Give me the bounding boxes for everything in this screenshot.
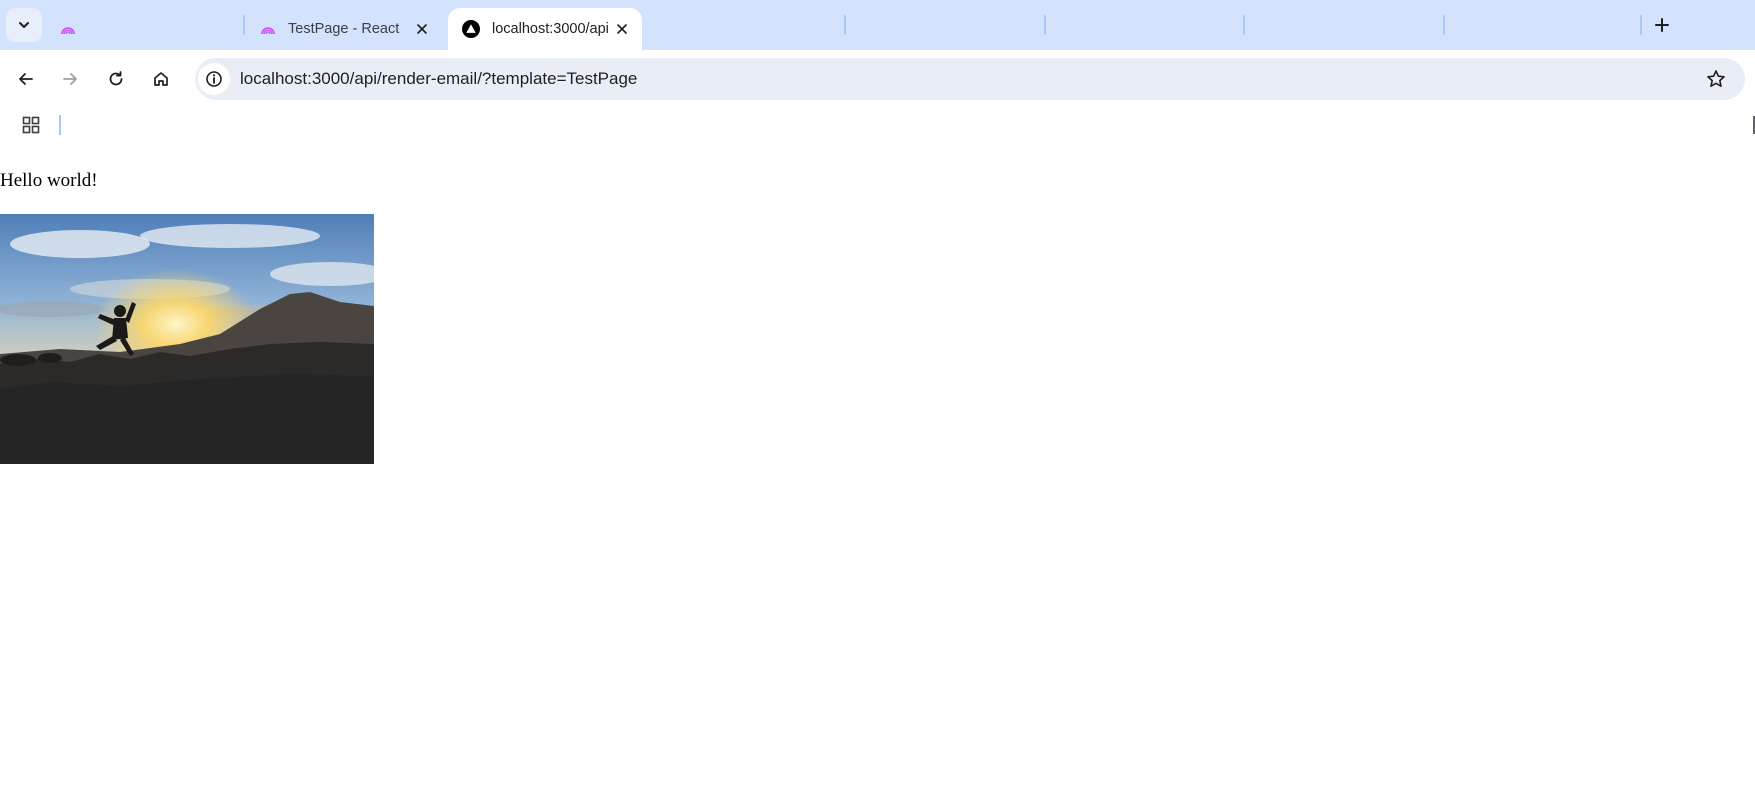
tab-title: TestPage - React: [288, 21, 400, 37]
close-icon: [617, 24, 627, 34]
back-button[interactable]: [9, 62, 43, 96]
tab-1[interactable]: TestPage - React: [246, 8, 442, 50]
address-bar[interactable]: localhost:3000/api/render-email/?templat…: [195, 58, 1745, 100]
home-icon: [154, 72, 168, 86]
plus-icon: [1655, 18, 1669, 32]
tab-close-button[interactable]: [412, 19, 432, 39]
site-info-button[interactable]: [198, 63, 230, 95]
reload-button[interactable]: [99, 62, 133, 96]
vercel-triangle-icon: [462, 20, 480, 38]
forward-button[interactable]: [53, 62, 87, 96]
bookmarks-bar: [0, 108, 1755, 142]
tab-0[interactable]: [46, 8, 242, 50]
arrow-right-icon: [63, 73, 77, 85]
browser-toolbar: localhost:3000/api/render-email/?templat…: [0, 50, 1755, 108]
star-icon: [1707, 70, 1725, 87]
new-tab-button[interactable]: [1647, 10, 1677, 40]
close-icon: [417, 24, 427, 34]
page-content: Hello world!: [0, 142, 1755, 792]
apps-grid-icon: [22, 116, 40, 134]
reload-icon: [109, 71, 123, 86]
page-heading: Hello world!: [0, 170, 98, 191]
tab-separator: [1443, 15, 1445, 35]
rainbow-arc-icon: [61, 27, 75, 35]
tab-separator: [844, 15, 846, 35]
tab-2-active[interactable]: localhost:3000/api: [448, 8, 642, 50]
info-icon: [206, 71, 222, 87]
rainbow-arc-icon: [261, 27, 275, 35]
tab-close-button[interactable]: [612, 19, 632, 39]
tab-separator: [1243, 15, 1245, 35]
tab-title: localhost:3000/api: [492, 21, 609, 37]
chevron-down-icon: [19, 22, 29, 28]
url-text[interactable]: localhost:3000/api/render-email/?templat…: [240, 58, 637, 100]
tab-strip: TestPage - React localhost:3000/api: [0, 0, 1755, 50]
home-button[interactable]: [144, 62, 178, 96]
sunset-jump-photo: [0, 214, 374, 464]
arrow-left-icon: [19, 73, 33, 85]
tab-search-button[interactable]: [6, 8, 42, 42]
apps-button[interactable]: [18, 112, 44, 138]
tab-separator: [1640, 15, 1642, 35]
bookmark-star-button[interactable]: [1705, 68, 1727, 90]
bookmarks-separator: [59, 115, 61, 135]
tab-separator: [1044, 15, 1046, 35]
tab-separator: [243, 15, 245, 35]
